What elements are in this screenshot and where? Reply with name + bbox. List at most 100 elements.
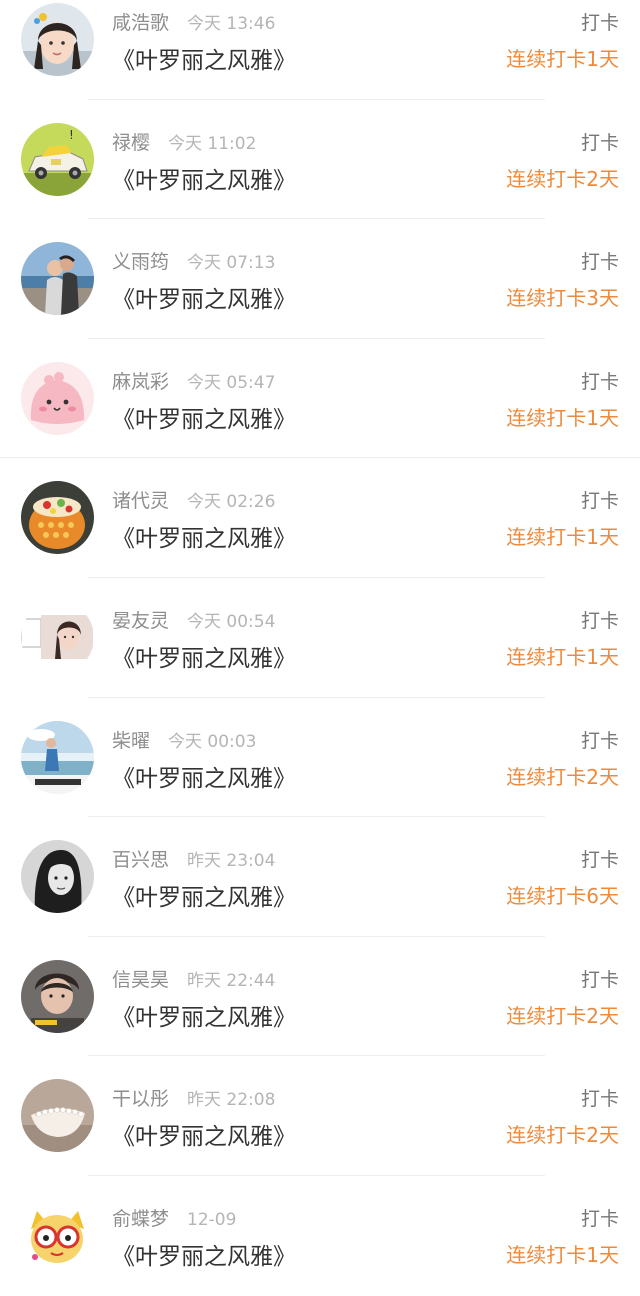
book-title: 《叶罗丽之风雅》: [112, 1004, 296, 1031]
checkin-time: 今天 00:54: [187, 611, 276, 632]
checkin-label: 打卡: [580, 12, 619, 34]
user-name-text[interactable]: 柴曜: [112, 730, 150, 752]
user-name[interactable]: 禄樱 今天 11:02: [112, 128, 256, 155]
user-name[interactable]: 义雨筠 今天 07:13: [112, 247, 275, 274]
user-name[interactable]: 诸代灵 今天 02:26: [112, 486, 275, 513]
checkin-label: 打卡: [580, 1088, 619, 1111]
list-item[interactable]: 麻岚彩 今天 05:47 《叶罗丽之风雅》 打卡 连续打卡1天: [0, 339, 640, 459]
boy-selfie-avatar: [21, 959, 94, 1033]
avatar[interactable]: !: [21, 122, 94, 196]
avatar[interactable]: [21, 481, 94, 555]
streak-badge: 连续打卡6天: [506, 884, 619, 909]
book-title: 《叶罗丽之风雅》: [112, 765, 296, 792]
user-name[interactable]: 晏友灵 今天 00:54: [112, 606, 275, 633]
avatar[interactable]: [21, 3, 94, 76]
user-name-text[interactable]: 麻岚彩: [112, 371, 169, 393]
fruit-cake-avatar: [21, 481, 94, 555]
avatar[interactable]: [21, 600, 94, 674]
book-title: 《叶罗丽之风雅》: [112, 1124, 296, 1151]
user-name-text[interactable]: 咸浩歌: [112, 12, 169, 34]
checkin-time: 今天 07:13: [187, 253, 276, 274]
checkin-time: 今天 02:26: [187, 492, 276, 513]
list-item[interactable]: ! 禄樱 今天 11:02 《叶罗丽之风雅》 打卡 连续打卡2天: [0, 100, 640, 220]
streak-badge: 连续打卡2天: [506, 1123, 619, 1148]
avatar[interactable]: [21, 720, 94, 794]
checkin-label: 打卡: [580, 849, 619, 872]
user-name[interactable]: 俞蝶梦 12-09: [112, 1204, 236, 1231]
streak-badge: 连续打卡2天: [506, 764, 619, 789]
list-item[interactable]: 咸浩歌 今天 13:46 《叶罗丽之风雅》 打卡 连续打卡1天: [0, 0, 640, 100]
book-title: 《叶罗丽之风雅》: [112, 406, 296, 433]
user-name-text[interactable]: 禄樱: [112, 132, 150, 154]
avatar[interactable]: [21, 1198, 94, 1272]
streak-badge: 连续打卡1天: [506, 1242, 619, 1267]
toy-car-avatar: !: [21, 122, 94, 196]
list-item[interactable]: 柴曜 今天 00:03 《叶罗丽之风雅》 打卡 连续打卡2天: [0, 698, 640, 818]
checkin-time: 今天 13:46: [187, 14, 276, 34]
sky-person-avatar: [21, 720, 94, 794]
checkin-time: 今天 05:47: [187, 372, 276, 393]
streak-badge: 连续打卡2天: [506, 166, 619, 191]
checkin-time: 今天 00:03: [168, 731, 257, 752]
user-name[interactable]: 麻岚彩 今天 05:47: [112, 367, 275, 394]
user-name[interactable]: 百兴思 昨天 23:04: [112, 845, 275, 872]
checkin-list: 咸浩歌 今天 13:46 《叶罗丽之风雅》 打卡 连续打卡1天 ! 禄樱 今天 11…: [0, 0, 640, 1296]
list-item[interactable]: 诸代灵 今天 02:26 《叶罗丽之风雅》 打卡 连续打卡1天: [0, 458, 640, 578]
user-name-text[interactable]: 百兴思: [112, 849, 169, 871]
user-name-text[interactable]: 信昊昊: [112, 969, 169, 991]
checkin-label: 打卡: [580, 490, 619, 513]
book-title: 《叶罗丽之风雅》: [112, 645, 296, 672]
avatar[interactable]: [21, 840, 94, 914]
checkin-time: 12-09: [187, 1209, 237, 1230]
checkin-time: 今天 11:02: [168, 133, 257, 154]
book-title: 《叶罗丽之风雅》: [112, 167, 296, 194]
checkin-label: 打卡: [580, 968, 619, 991]
list-item[interactable]: 俞蝶梦 12-09 《叶罗丽之风雅》 打卡 连续打卡1天: [0, 1176, 640, 1296]
streak-badge: 连续打卡3天: [506, 286, 619, 311]
streak-badge: 连续打卡1天: [506, 644, 619, 669]
streak-badge: 连续打卡2天: [506, 1003, 619, 1028]
user-name-text[interactable]: 义雨筠: [112, 251, 169, 273]
user-name-text[interactable]: 干以彤: [112, 1088, 169, 1110]
user-name-text[interactable]: 晏友灵: [112, 610, 169, 632]
checkin-time: 昨天 23:04: [187, 851, 276, 872]
bw-woman-avatar: [21, 840, 94, 914]
girl-photo-avatar: [21, 600, 94, 674]
checkin-label: 打卡: [580, 251, 619, 274]
avatar[interactable]: [21, 959, 94, 1033]
book-title: 《叶罗丽之风雅》: [112, 885, 296, 912]
streak-badge: 连续打卡1天: [506, 525, 619, 550]
checkin-label: 打卡: [580, 609, 619, 632]
user-name[interactable]: 咸浩歌 今天 13:46: [112, 8, 275, 35]
book-title: 《叶罗丽之风雅》: [112, 287, 296, 314]
user-name-text[interactable]: 俞蝶梦: [112, 1208, 169, 1230]
checkin-time: 昨天 22:08: [187, 1090, 276, 1111]
checkin-label: 打卡: [580, 131, 619, 154]
book-title: 《叶罗丽之风雅》: [112, 48, 296, 74]
svg-text:!: !: [69, 128, 74, 142]
checkin-time: 昨天 22:44: [187, 970, 276, 991]
checkin-label: 打卡: [580, 1207, 619, 1230]
user-name-text[interactable]: 诸代灵: [112, 490, 169, 512]
list-item[interactable]: 晏友灵 今天 00:54 《叶罗丽之风雅》 打卡 连续打卡1天: [0, 578, 640, 698]
user-name[interactable]: 信昊昊 昨天 22:44: [112, 965, 275, 992]
avatar[interactable]: [21, 361, 94, 435]
pink-cartoon-avatar: [21, 361, 94, 435]
checkin-label: 打卡: [580, 729, 619, 752]
shell-object-avatar: [21, 1079, 94, 1153]
streak-badge: 连续打卡1天: [506, 47, 619, 71]
cartoon-character-avatar: [21, 1198, 94, 1272]
list-item[interactable]: 信昊昊 昨天 22:44 《叶罗丽之风雅》 打卡 连续打卡2天: [0, 937, 640, 1057]
user-name[interactable]: 柴曜 今天 00:03: [112, 726, 256, 753]
book-title: 《叶罗丽之风雅》: [112, 526, 296, 553]
checkin-label: 打卡: [580, 370, 619, 393]
book-title: 《叶罗丽之风雅》: [112, 1243, 296, 1270]
list-item[interactable]: 义雨筠 今天 07:13 《叶罗丽之风雅》 打卡 连续打卡3天: [0, 219, 640, 339]
couple-seaside-avatar: [21, 242, 94, 316]
avatar[interactable]: [21, 1079, 94, 1153]
list-item[interactable]: 百兴思 昨天 23:04 《叶罗丽之风雅》 打卡 连续打卡6天: [0, 817, 640, 937]
avatar[interactable]: [21, 242, 94, 316]
girl-portrait-avatar: [21, 3, 94, 76]
user-name[interactable]: 干以彤 昨天 22:08: [112, 1084, 275, 1111]
list-item[interactable]: 干以彤 昨天 22:08 《叶罗丽之风雅》 打卡 连续打卡2天: [0, 1056, 640, 1176]
